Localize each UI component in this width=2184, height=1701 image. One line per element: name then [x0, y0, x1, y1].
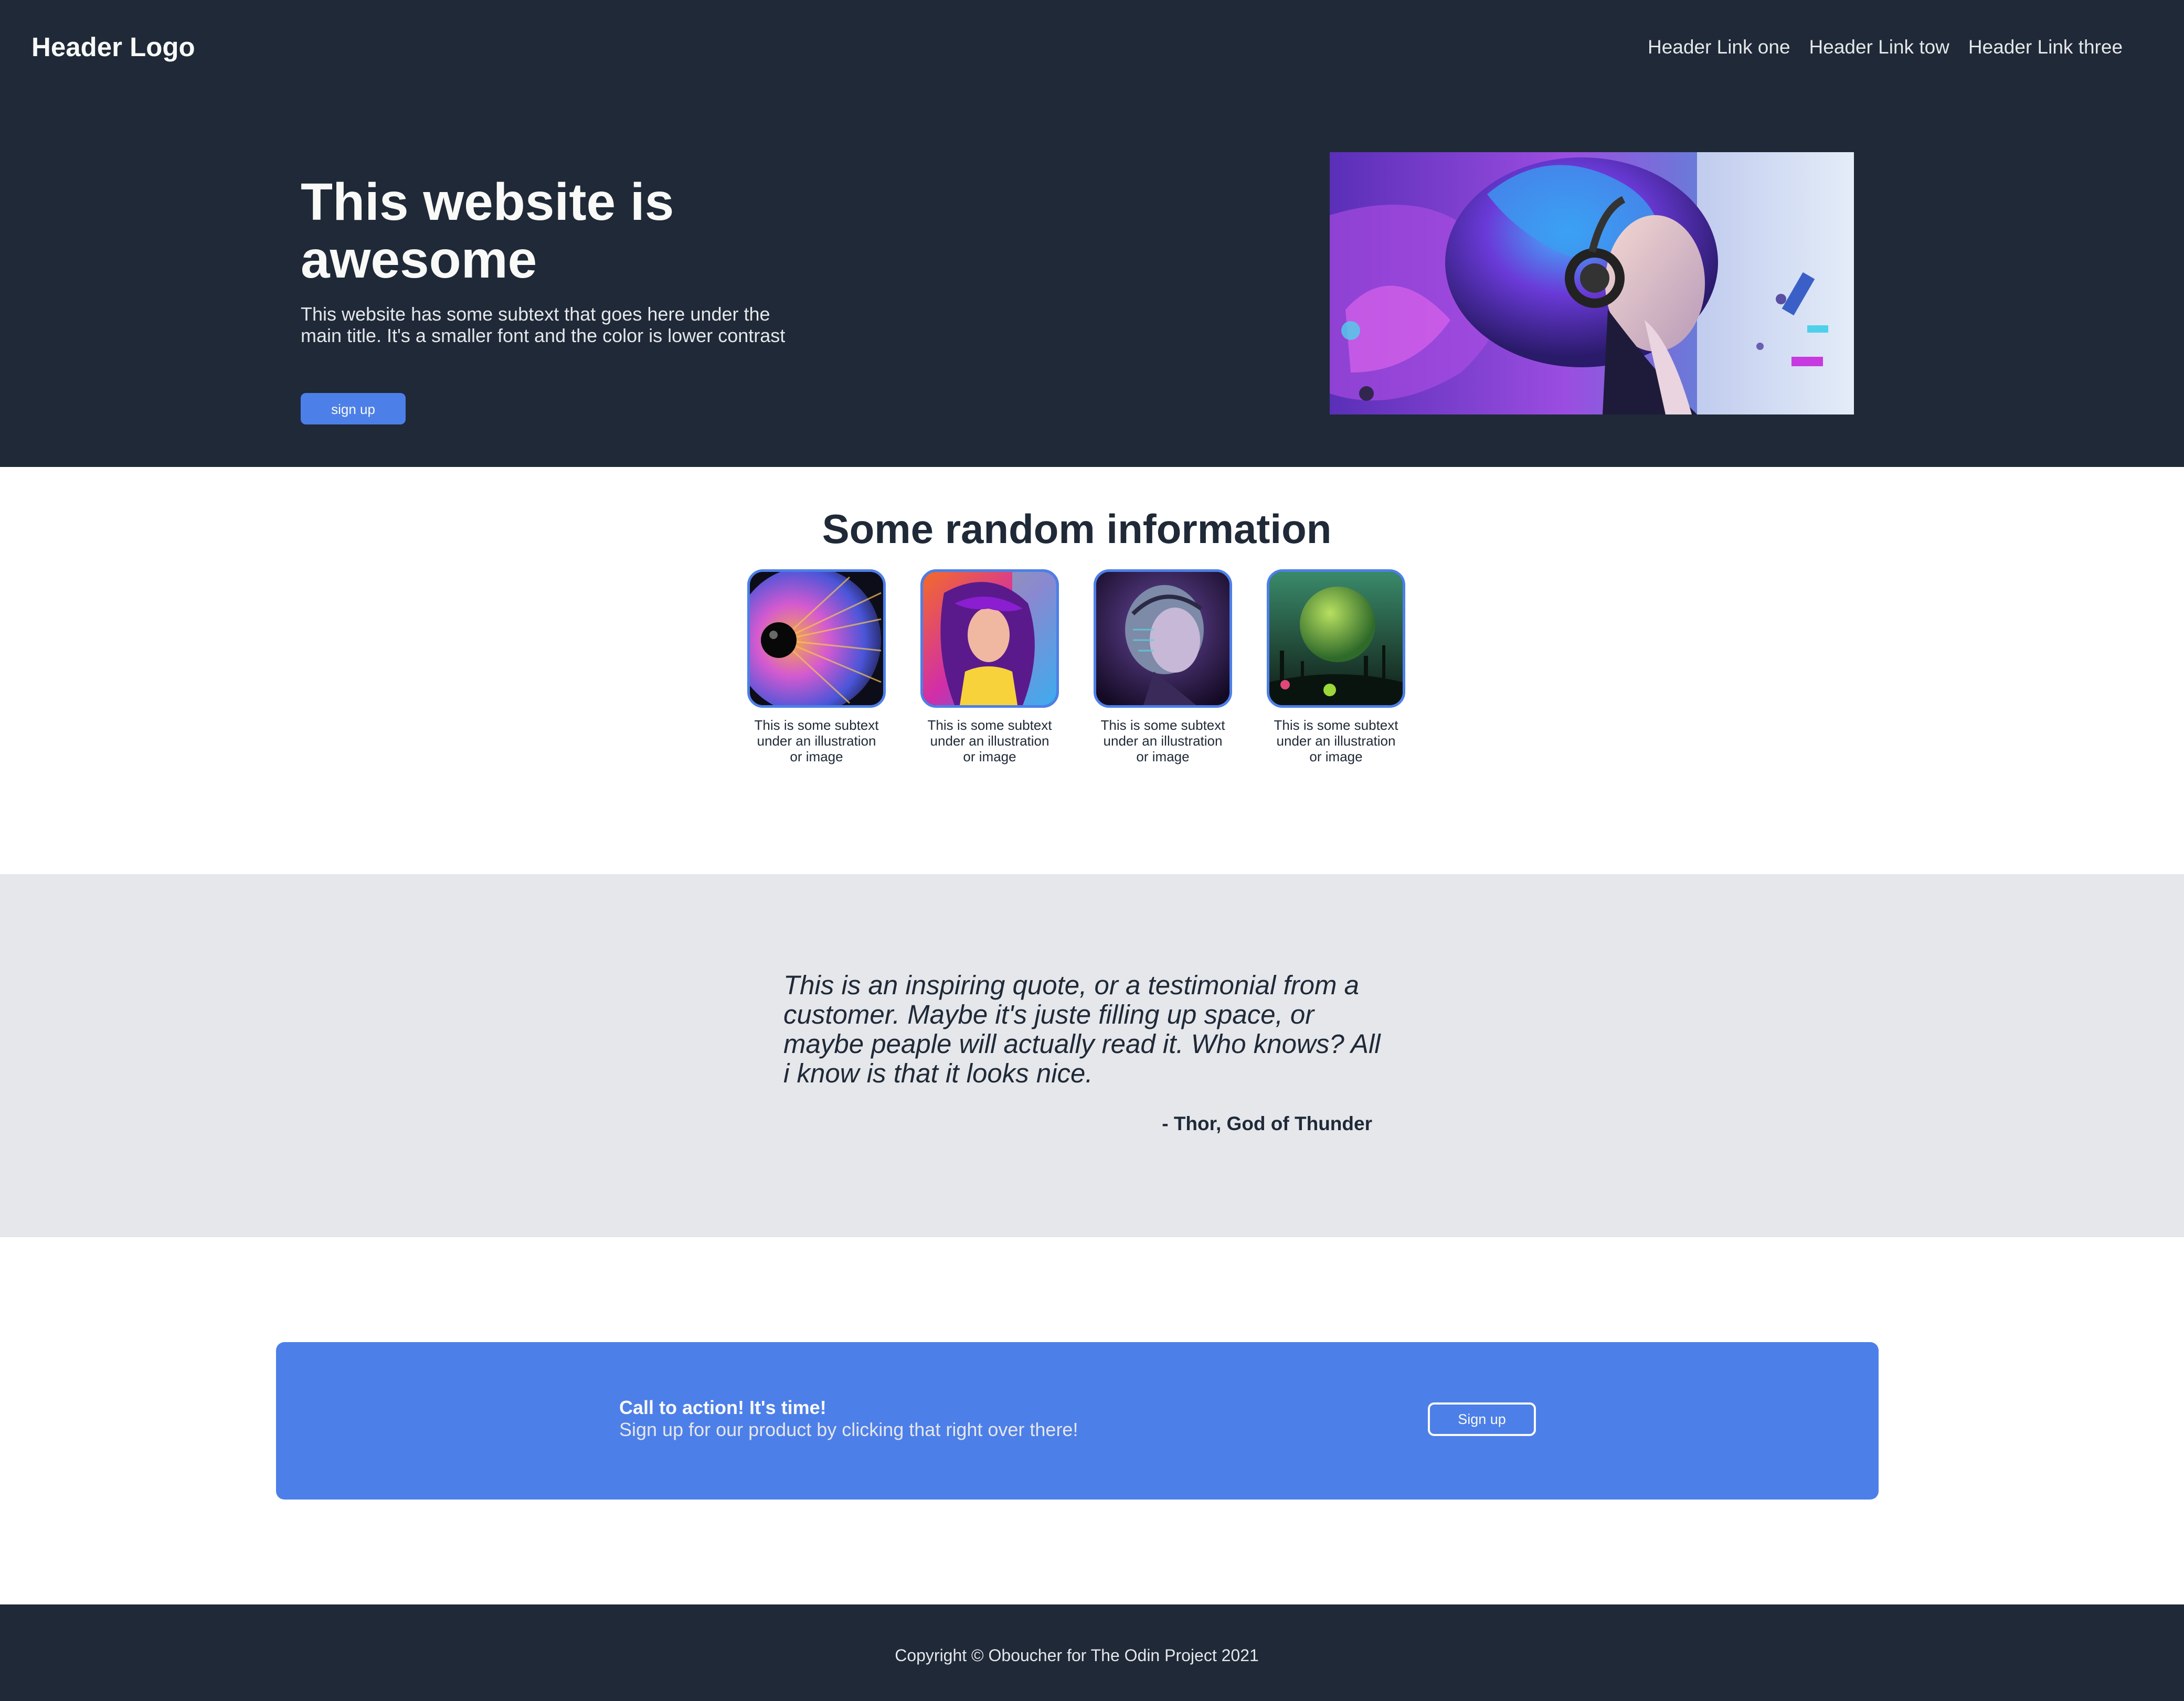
- header-link-two[interactable]: Header Link tow: [1809, 35, 1949, 60]
- testimonial-quote: This is an inspiring quote, or a testimo…: [783, 970, 1381, 1088]
- info-card: This is some subtext under an illustrati…: [920, 569, 1059, 764]
- robot-head-illustration-icon: [1096, 572, 1229, 705]
- info-card: This is some subtext under an illustrati…: [747, 569, 886, 764]
- cta-title: Call to action! It's time!: [619, 1397, 826, 1418]
- eye-illustration-icon: [750, 572, 883, 705]
- footer-copyright: Copyright © Oboucher for The Odin Projec…: [895, 1646, 1259, 1665]
- hero-subtext: This website has some subtext that goes …: [301, 303, 786, 346]
- card-image: [920, 569, 1059, 708]
- portrait-illustration-icon: [1330, 152, 1854, 414]
- hero-sign-up-button[interactable]: sign up: [301, 393, 406, 424]
- quote-author: - Thor, God of Thunder: [1162, 1113, 1372, 1134]
- header-logo[interactable]: Header Logo: [31, 30, 195, 64]
- card-image: [1094, 569, 1232, 708]
- card-image: [1267, 569, 1405, 708]
- card-caption: This is some subtext under an illustrati…: [927, 717, 1052, 764]
- cta-sign-up-button[interactable]: Sign up: [1428, 1402, 1536, 1436]
- info-section-title: Some random information: [822, 506, 1332, 552]
- green-planet-illustration-icon: [1269, 572, 1403, 705]
- info-card: This is some subtext under an illustrati…: [1094, 569, 1232, 764]
- card-image: [747, 569, 886, 708]
- hero-text: This website is awesome This website has…: [301, 173, 789, 346]
- header-link-one[interactable]: Header Link one: [1648, 35, 1790, 60]
- card-caption: This is some subtext under an illustrati…: [1274, 717, 1398, 764]
- hero-image: [1330, 152, 1854, 414]
- card-caption: This is some subtext under an illustrati…: [1100, 717, 1225, 764]
- cta-subtext: Sign up for our product by clicking that…: [619, 1419, 1078, 1440]
- hero-title: This website is awesome: [301, 173, 674, 289]
- header-nav: Header Link one Header Link tow Header L…: [1648, 35, 2123, 60]
- header-link-three[interactable]: Header Link three: [1968, 35, 2123, 60]
- info-card: This is some subtext under an illustrati…: [1267, 569, 1405, 764]
- colorful-girl-illustration-icon: [923, 572, 1056, 705]
- card-caption: This is some subtext under an illustrati…: [754, 717, 879, 764]
